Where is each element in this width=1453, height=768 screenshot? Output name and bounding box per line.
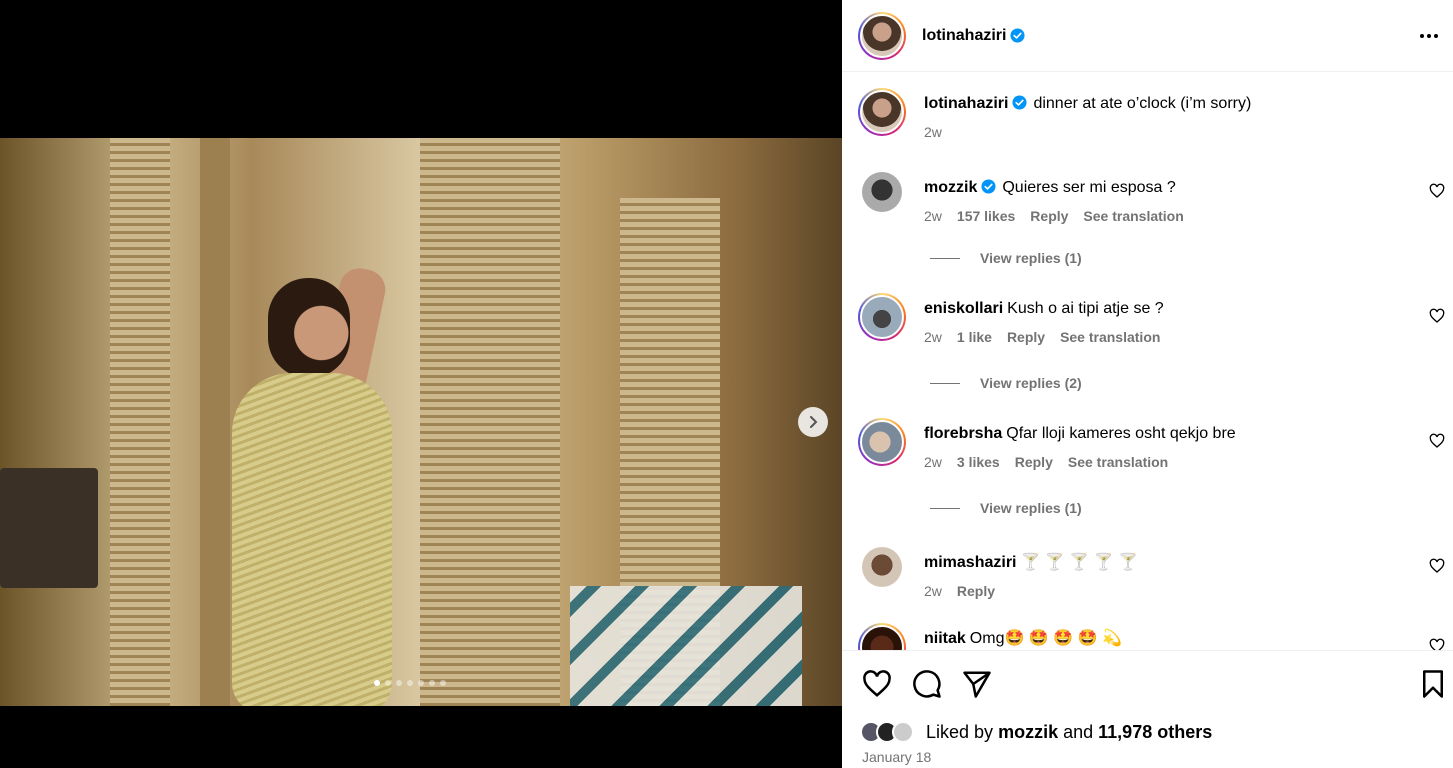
verified-badge-icon	[1010, 28, 1025, 43]
comment-text: Qfar lloji kameres osht qekjo bre	[1006, 425, 1236, 442]
comment-username[interactable]: niitak	[924, 630, 966, 647]
see-translation-button[interactable]: See translation	[1083, 208, 1183, 224]
author-avatar[interactable]	[858, 11, 906, 60]
like-comment-heart-icon[interactable]	[1429, 433, 1445, 449]
figure-dress	[232, 373, 392, 706]
heart-icon[interactable]	[862, 669, 892, 699]
louver-door-left	[110, 138, 170, 706]
chevron-right-icon	[810, 416, 818, 428]
slide-indicator	[374, 680, 446, 686]
like-comment-heart-icon[interactable]	[1429, 308, 1445, 324]
commenter-avatar[interactable]	[858, 623, 906, 650]
verified-badge-icon	[1012, 95, 1027, 110]
slide-dot	[396, 680, 402, 686]
likes-summary: Liked by mozzik and 11,978 others	[860, 721, 1212, 743]
post-sidebar: lotinahaziri lotinahaziri dinner at ate o…	[842, 0, 1453, 768]
slide-dot	[418, 680, 424, 686]
like-comment-heart-icon[interactable]	[1429, 638, 1445, 650]
comments-list[interactable]: lotinahaziri dinner at ate o’clock (i’m s…	[842, 72, 1453, 650]
caption-row: lotinahaziri dinner at ate o’clock (i’m s…	[858, 88, 1453, 140]
comment-age: 2w	[924, 583, 942, 599]
comment-text: Quieres ser mi esposa ?	[1002, 179, 1176, 196]
more-options-button[interactable]	[1417, 24, 1441, 48]
wall-panel	[0, 468, 98, 588]
comment-likes[interactable]: 1 like	[957, 329, 992, 345]
caption-age: 2w	[924, 124, 942, 140]
slide-dot	[385, 680, 391, 686]
view-replies-button[interactable]: View replies (1)	[930, 500, 1082, 516]
view-replies-button[interactable]: View replies (2)	[930, 375, 1082, 391]
comment-text: 🍸 🍸 🍸 🍸 🍸	[1020, 554, 1138, 571]
view-replies-button[interactable]: View replies (1)	[930, 250, 1082, 266]
more-icon	[1420, 34, 1438, 38]
verified-badge-icon	[981, 179, 996, 194]
comment-text: Omg🤩 🤩 🤩 🤩 💫	[969, 630, 1122, 647]
louver-door-center	[420, 138, 560, 706]
comment-row: florebrsha Qfar lloji kameres osht qekjo …	[858, 418, 1453, 470]
see-translation-button[interactable]: See translation	[1068, 454, 1168, 470]
comment-age: 2w	[924, 329, 942, 345]
share-icon[interactable]	[962, 669, 992, 699]
slide-dot	[407, 680, 413, 686]
post-actions: Liked by mozzik and 11,978 others Januar…	[842, 650, 1453, 768]
comment-age: 2w	[924, 208, 942, 224]
reply-button[interactable]: Reply	[1007, 329, 1045, 345]
comment-username[interactable]: mozzik	[924, 179, 977, 196]
author-avatar[interactable]	[858, 88, 906, 136]
comment-likes[interactable]: 3 likes	[957, 454, 1000, 470]
liked-by-and: and	[1063, 721, 1094, 742]
comment-username[interactable]: mimashaziri	[924, 554, 1016, 571]
like-comment-heart-icon[interactable]	[1429, 183, 1445, 199]
comment-age: 2w	[924, 454, 942, 470]
comment-row: mimashaziri 🍸 🍸 🍸 🍸 🍸 2w Reply	[858, 543, 1453, 599]
door-edge	[200, 138, 230, 706]
slide-dot	[429, 680, 435, 686]
reply-button[interactable]: Reply	[1015, 454, 1053, 470]
post-header: lotinahaziri	[842, 0, 1453, 72]
comment-username[interactable]: eniskollari	[924, 300, 1003, 317]
comment-username[interactable]: florebrsha	[924, 425, 1002, 442]
comment-row: niitak Omg🤩 🤩 🤩 🤩 💫	[858, 623, 1453, 650]
liked-by-user[interactable]: mozzik	[998, 722, 1058, 743]
reply-button[interactable]: Reply	[957, 583, 995, 599]
comment-icon[interactable]	[912, 669, 942, 699]
comment-text: Kush o ai tipi atje se ?	[1007, 300, 1164, 317]
carpet	[570, 586, 802, 706]
commenter-avatar[interactable]	[862, 172, 902, 212]
liked-by-label: Liked by	[926, 721, 994, 742]
commenter-avatar[interactable]	[858, 418, 906, 466]
post-photo[interactable]	[0, 138, 842, 706]
caption-text: dinner at ate o’clock (i’m sorry)	[1033, 95, 1252, 112]
see-translation-button[interactable]: See translation	[1060, 329, 1160, 345]
bookmark-icon[interactable]	[1418, 669, 1448, 699]
commenter-avatar[interactable]	[862, 547, 902, 587]
slide-dot	[374, 680, 380, 686]
likes-count-link[interactable]: 11,978 others	[1098, 722, 1212, 743]
liker-avatar	[892, 721, 914, 743]
author-username[interactable]: lotinahaziri	[922, 27, 1006, 45]
post-media	[0, 0, 842, 768]
like-comment-heart-icon[interactable]	[1429, 558, 1445, 574]
figure-head	[268, 278, 350, 378]
comment-row: eniskollari Kush o ai tipi atje se ? 2w 1…	[858, 293, 1453, 345]
post-date[interactable]: January 18	[862, 749, 931, 765]
commenter-avatar[interactable]	[858, 293, 906, 341]
next-slide-button[interactable]	[798, 407, 828, 437]
slide-dot	[440, 680, 446, 686]
caption-username[interactable]: lotinahaziri	[924, 95, 1008, 112]
reply-button[interactable]: Reply	[1030, 208, 1068, 224]
comment-row: mozzik Quieres ser mi esposa ? 2w 157 lik…	[858, 168, 1453, 224]
comment-likes[interactable]: 157 likes	[957, 208, 1015, 224]
